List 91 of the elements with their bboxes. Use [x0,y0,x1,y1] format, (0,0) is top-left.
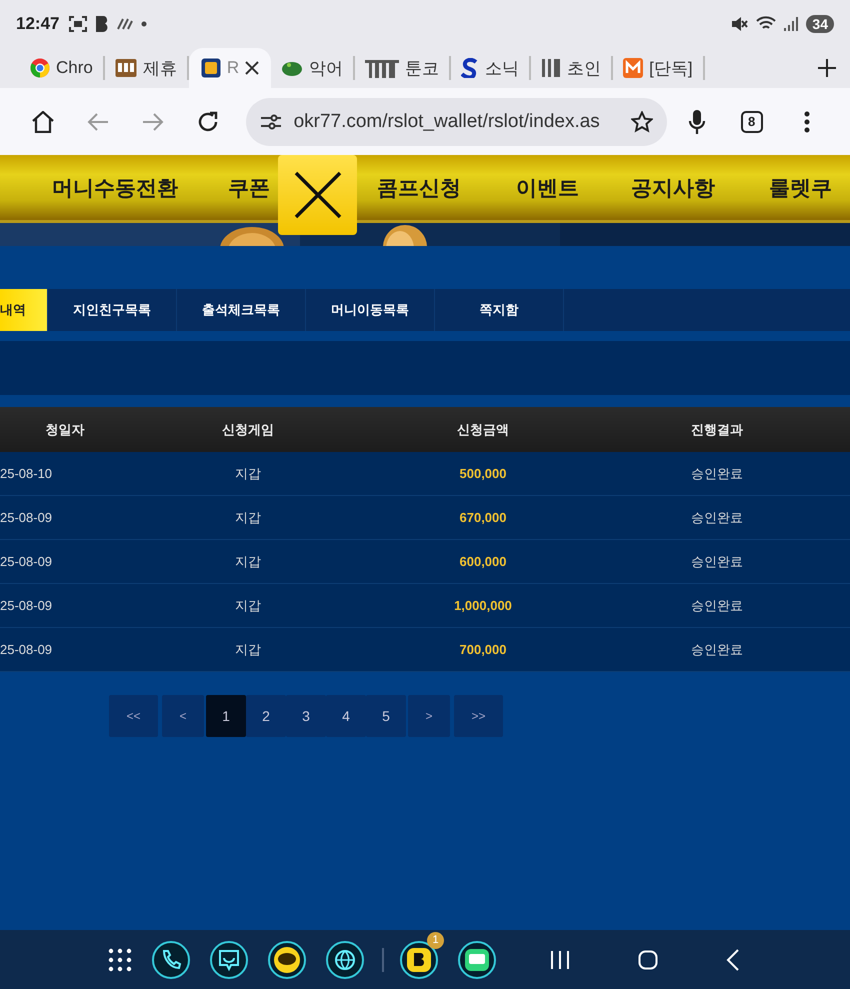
slot-machine-icon [114,58,137,78]
game-cell-text: 지갑 [234,464,262,482]
browser-tab[interactable]: 초인 [531,56,614,80]
notification-badge: 1 [427,932,444,948]
bars-icon [541,58,562,78]
column-header: 신청게임 [221,420,275,438]
chat-icon[interactable] [210,940,248,978]
result-cell-text: 승인완료 [690,464,744,482]
chrome-logo-icon [30,58,50,78]
back-arrow-icon[interactable] [87,112,110,132]
nav-link[interactable]: 쿠폰 [228,174,270,202]
app-notification-icon [95,15,110,33]
clock-time: 12:47 [16,14,60,34]
page-button[interactable]: < [162,695,204,737]
phone-icon[interactable] [152,940,190,978]
page-button[interactable]: 4 [326,695,366,737]
more-menu-icon[interactable] [804,110,810,132]
nav-link[interactable]: 룰렛쿠 [769,174,832,202]
close-icon [292,170,342,220]
game-cell-text: 지갑 [234,640,262,658]
dot-icon [141,21,148,27]
nav-link[interactable]: 콤프신청 [377,174,461,202]
favicon-icon [461,58,480,78]
close-icon[interactable] [245,61,260,75]
amount-cell-text: 700,000 [458,642,508,657]
crocodile-icon [281,59,304,77]
page-button[interactable]: 5 [366,695,406,737]
home-icon[interactable] [31,110,56,132]
forward-arrow-icon[interactable] [142,112,164,132]
microphone-icon[interactable] [688,108,706,134]
sub-tab[interactable]: 쪽지함 [435,289,564,331]
page-button[interactable]: > [408,695,450,737]
browser-tab[interactable]: 악어 [271,56,356,80]
stripes-icon [117,18,134,30]
site-settings-icon[interactable] [260,114,282,130]
page-button[interactable]: 2 [246,695,286,737]
game-cell-text: 지갑 [234,552,262,570]
page-button[interactable]: 1 [206,695,246,737]
bars-icon [365,58,400,78]
amount-cell-text: 670,000 [458,510,508,525]
new-tab-icon[interactable] [818,59,836,77]
home-button-icon[interactable] [638,950,658,970]
amount-cell-text: 1,000,000 [453,598,513,613]
chat-bubble-icon[interactable] [268,940,306,978]
date-cell-text: 25-08-10 [0,466,54,481]
app-icon[interactable] [458,940,496,978]
column-header: 신청금액 [456,420,510,438]
address-bar[interactable]: okr77.com/rslot_wallet/rslot/index.as [246,98,668,146]
apps-grid-icon[interactable] [108,948,132,972]
favicon-icon [200,58,221,78]
globe-icon[interactable] [326,940,364,978]
amount-cell-text: 600,000 [458,554,508,569]
browser-tab[interactable]: 소닉 [451,56,532,80]
mute-icon [730,15,748,33]
date-cell-text: 25-08-09 [0,642,54,657]
favicon-icon [623,58,644,78]
nav-link[interactable]: 공지사항 [631,174,715,202]
signal-icon [784,17,798,31]
result-cell-text: 승인완료 [690,596,744,614]
nav-link[interactable]: 이벤트 [516,174,579,202]
tab-count-button[interactable]: 8 [740,110,763,132]
page-button[interactable]: << [109,695,158,737]
sub-tab[interactable]: 출석체크목록 [177,289,306,331]
sub-tab[interactable]: 머니이동목록 [306,289,435,331]
column-header: 진행결과 [690,420,744,438]
recent-apps-icon[interactable] [550,950,570,970]
sub-tab[interactable]: 내역 [0,289,48,331]
browser-tab[interactable]: 툰코 [355,56,452,80]
game-cell-text: 지갑 [234,596,262,614]
browser-tab[interactable]: Chro [20,56,105,80]
browser-tab[interactable]: [단독] [613,56,705,80]
nav-link[interactable]: 머니수동전환 [52,174,178,202]
screenshot-icon [69,16,88,32]
result-cell-text: 승인완료 [690,552,744,570]
sub-tab[interactable]: 지인친구목록 [48,289,177,331]
date-cell-text: 25-08-09 [0,510,54,525]
close-button[interactable] [278,155,357,235]
date-cell-text: 25-08-09 [0,554,54,569]
column-header: 청일자 [44,420,86,438]
result-cell-text: 승인완료 [690,508,744,526]
bookmark-star-icon[interactable] [631,110,654,132]
date-cell-text: 25-08-09 [0,598,54,613]
reload-icon[interactable] [197,110,220,132]
page-button[interactable]: >> [454,695,503,737]
amount-cell-text: 500,000 [458,466,508,481]
browser-tab[interactable]: 제휴 [104,56,189,80]
result-cell-text: 승인완료 [690,640,744,658]
battery-level: 34 [806,15,834,33]
page-button[interactable]: 3 [286,695,326,737]
game-cell-text: 지갑 [234,508,262,526]
back-icon[interactable] [726,948,740,970]
